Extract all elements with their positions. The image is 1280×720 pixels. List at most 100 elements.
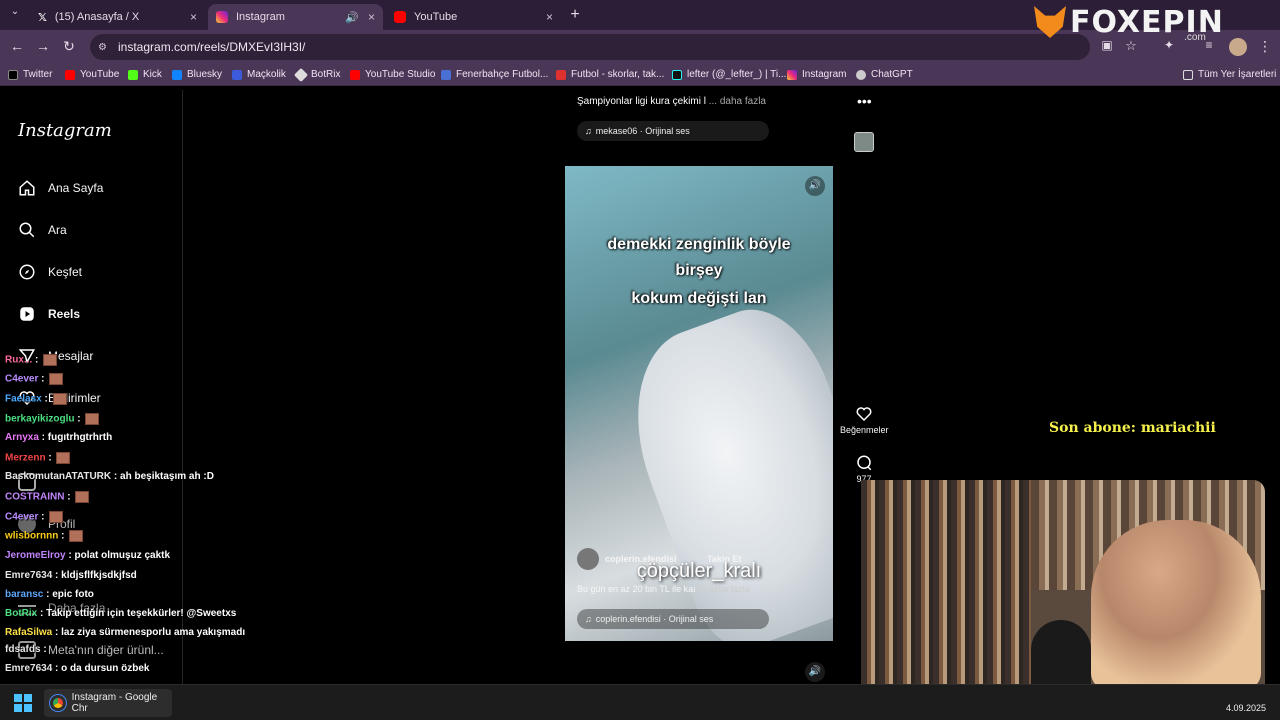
windows-start-icon[interactable] [14,694,32,712]
kick-icon [128,69,138,80]
nav-home[interactable]: Ana Sayfa [18,177,103,199]
menu-kebab-icon[interactable]: ⋮ [1256,38,1274,55]
site-info-icon[interactable]: ⚙ [98,42,107,53]
bookmark-tiktok[interactable]: lefter (@_lefter_) | Ti... [672,69,786,80]
bookmark-futbol[interactable]: Futbol - skorlar, tak... [556,69,664,80]
all-bookmarks[interactable]: Tüm Yer İşaretleri [1183,69,1276,80]
taskbar-chrome-button[interactable]: Instagram - Google Chr [44,689,172,717]
reload-icon[interactable]: ↻ [60,38,78,55]
chat-text: Takip ettiğin için teşekkürler! @Sweetxs [46,608,237,619]
tab-search-icon[interactable]: ⌄ [6,6,24,17]
chat-username: JeromeElroy [5,550,66,561]
instagram-favicon-icon [216,11,228,23]
chat-username: RafaSilwa [5,627,53,638]
nav-label: Ana Sayfa [48,181,104,195]
volume-icon[interactable]: 🔊 [805,176,825,196]
bookmark-bluesky[interactable]: Bluesky [172,69,222,80]
more-options-icon[interactable]: ••• [857,93,872,109]
bookmark-fenerbahce[interactable]: Fenerbahçe Futbol... [441,69,548,80]
taskbar-date: 4.09.2025 [1226,703,1267,713]
more-link[interactable]: ... daha fazla [709,96,766,107]
bookmark-label: lefter (@_lefter_) | Ti... [687,69,787,80]
chat-text: laz ziya sürmenesporlu ama yakışmadı [61,627,246,638]
chat-username: Emre7634 [5,570,53,581]
forward-icon[interactable]: → [34,38,52,54]
back-icon[interactable]: ← [8,38,26,54]
close-tab-icon[interactable]: × [546,10,553,24]
next-volume-icon[interactable]: 🔊 [805,662,825,682]
chat-separator: : [38,511,48,523]
compass-icon [19,264,35,280]
nav-label: Meta'nın diğer ürünl... [48,643,164,657]
audio-label: mekase06 · Orijinal ses [595,126,690,136]
chat-username: Faelasx [5,393,42,405]
bookmark-youtube[interactable]: YouTube [65,69,119,80]
bookmark-mackolik[interactable]: Maçkolik [232,69,286,80]
tab-instagram[interactable]: Instagram 🔊 × [208,4,383,30]
prev-audio-thumbnail[interactable] [854,132,874,152]
chat-separator: : [52,627,62,638]
chat-separator: : [41,393,51,405]
chat-username: COSTRAINN [5,491,65,503]
instagram-logo[interactable]: Instagram [18,120,112,141]
tab-youtube[interactable]: YouTube × [386,4,561,30]
speaker-icon[interactable]: 🔊 [345,11,359,24]
tiktok-icon [672,69,682,80]
chat-username: baransc [5,589,44,600]
chat-message: COSTRAINN : [5,491,90,503]
last-subscriber-label: Son abone: mariachii [1049,420,1216,436]
chat-username: Merzenn [5,452,46,464]
chrome-icon [49,694,67,712]
chat-separator: : [64,491,74,503]
chat-message: Arnyxa : fugıtrhgtrhrth [5,432,112,443]
chat-separator: : [52,663,62,674]
chat-message: Merzenn : [5,452,71,464]
chat-message: BotRix : Takip ettiğin için teşekkürler!… [5,608,236,619]
chat-text: kldjsflfkjsdkjfsd [61,570,137,581]
bookmark-label: Maçkolik [247,69,286,80]
more-link[interactable]: ... daha fazla [698,584,750,594]
chat-text: o da dursun özbek [61,663,150,674]
chat-username: C4ever [5,511,39,523]
bookmark-kick[interactable]: Kick [128,69,162,80]
close-tab-icon[interactable]: × [190,10,197,24]
address-bar[interactable]: ⚙ instagram.com/reels/DMXEvI3IH3I/ [90,34,1090,60]
chat-username: Arnyxa [5,432,39,443]
youtube-favicon-icon [394,11,406,23]
reel-audio-pill[interactable]: ♫ coplerin.efendisi · Orijinal ses [577,609,769,629]
bookmark-twitter[interactable]: Twitter [8,69,52,80]
close-tab-icon[interactable]: × [368,10,375,24]
chat-emote-icon [49,511,64,523]
bookmark-chatgpt[interactable]: ChatGPT [856,69,913,80]
mackolik-icon [232,69,242,80]
nav-search[interactable]: Ara [18,219,67,241]
bookmark-instagram[interactable]: Instagram [787,69,846,80]
bluesky-icon [172,69,182,80]
prev-audio-pill[interactable]: ♫ mekase06 · Orijinal ses [577,121,769,141]
bookmark-botrix[interactable]: BotRix [293,67,340,82]
tab-x[interactable]: 𝕏 (15) Anasayfa / X × [30,4,205,30]
prev-post-caption: Şampiyonlar ligi kura çekimi l ... daha … [577,96,766,107]
search-icon [19,222,35,238]
nav-reels[interactable]: Reels [18,303,80,325]
logo-suffix: .com [1184,32,1206,43]
reel-video[interactable]: demekki zenginlik böyle birşey kokum değ… [565,166,833,641]
youtube-studio-icon [350,69,360,80]
chat-separator: : [32,354,42,366]
new-tab-button[interactable]: + [566,6,584,24]
url-text: instagram.com/reels/DMXEvI3IH3I/ [118,40,306,54]
chat-username: Emre7634 [5,663,53,674]
bookshelf [861,480,1031,684]
foxepin-logo: FOXEPIN .com [1034,2,1224,43]
chat-username: fdsafds [5,644,41,655]
profile-avatar[interactable] [1229,38,1247,56]
chat-separator: : [38,432,48,443]
chatgpt-icon [856,69,866,80]
nav-explore[interactable]: Keşfet [18,261,82,283]
chat-message: wlisbornnn : [5,530,84,542]
bookmark-youtube-studio[interactable]: YouTube Studio [350,69,435,80]
like-action[interactable]: Beğenmeler [840,405,889,435]
nav-label: Keşfet [48,265,83,279]
bookmark-label: Twitter [23,69,53,80]
chat-separator: : [38,373,48,385]
